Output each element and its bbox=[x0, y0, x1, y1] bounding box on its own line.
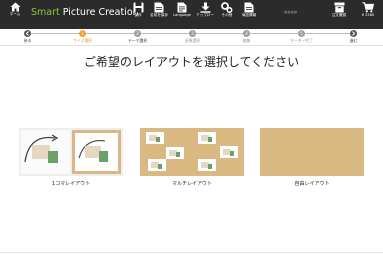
layout-option-multi[interactable]: マルチレイアウト bbox=[140, 128, 244, 187]
home-icon bbox=[10, 2, 20, 12]
product-info-button[interactable]: 商品情報 bbox=[238, 2, 260, 18]
home-label: ホーム bbox=[9, 12, 21, 16]
other-label: その他 bbox=[221, 13, 233, 17]
save-label: 保存 bbox=[134, 13, 142, 17]
layout-option-single-label: 1コマレイアウト bbox=[51, 181, 91, 187]
product-info-label: 商品情報 bbox=[241, 13, 257, 17]
step-5-label[interactable]: オーダー完了 bbox=[290, 38, 313, 44]
save-as-label: 名前を保存 bbox=[150, 13, 168, 17]
language-button[interactable]: Language bbox=[171, 2, 193, 18]
back-button[interactable] bbox=[24, 30, 31, 37]
language-label: Language bbox=[173, 13, 191, 17]
arrow-left-icon bbox=[25, 31, 29, 36]
download-icon bbox=[200, 2, 210, 13]
layout-option-single[interactable]: 1コマレイアウト bbox=[19, 128, 123, 187]
step-3-label[interactable]: 画像選択 bbox=[185, 38, 200, 44]
cart-icon bbox=[362, 2, 374, 13]
multi-layout-thumbnail bbox=[140, 128, 244, 176]
footer-divider bbox=[0, 252, 383, 253]
single-layout-thumbnail bbox=[19, 128, 123, 176]
step-1-marker[interactable]: 1 bbox=[79, 30, 86, 37]
hidden-menu-label: ■■■■ bbox=[284, 10, 298, 14]
cart-total: ¥ 2580 bbox=[361, 13, 375, 17]
step-2-label[interactable]: テーマ選択 bbox=[128, 38, 147, 44]
app-brand: Smart Picture Creation bbox=[31, 7, 139, 18]
next-label[interactable]: 進む bbox=[350, 38, 358, 44]
save-icon bbox=[133, 2, 143, 13]
layout-selection-panel: ご希望のレイアウトを選択してください 1コマレイアウト マルチレイアウト 自由レ… bbox=[0, 45, 383, 257]
page-title: ご希望のレイアウトを選択してください bbox=[83, 55, 300, 69]
layout-option-free-label: 自由レイアウト bbox=[294, 181, 330, 187]
order-button[interactable]: 注文確認 bbox=[328, 2, 350, 18]
step-2-marker[interactable]: 2 bbox=[134, 30, 141, 37]
upload-label: アップロー bbox=[196, 13, 214, 17]
language-document-icon bbox=[177, 2, 187, 13]
step-1-label[interactable]: サイズ選択 bbox=[73, 38, 92, 44]
step-5-marker[interactable]: 5 bbox=[298, 30, 305, 37]
back-label[interactable]: 戻る bbox=[24, 38, 32, 44]
home-button[interactable]: ホーム bbox=[4, 2, 26, 17]
arrow-right-icon bbox=[352, 31, 356, 36]
brand-smart: Smart bbox=[31, 7, 60, 18]
gears-icon bbox=[221, 2, 233, 13]
step-3-marker[interactable]: 3 bbox=[189, 30, 196, 37]
next-button[interactable] bbox=[350, 30, 357, 37]
order-label: 注文確認 bbox=[331, 13, 347, 17]
other-button[interactable]: その他 bbox=[216, 2, 238, 18]
top-toolbar: ホーム Smart Picture Creation 保存 名前を保存 Lang… bbox=[0, 0, 383, 29]
document-icon bbox=[154, 2, 164, 13]
step-4-label[interactable]: 編集 bbox=[243, 38, 251, 44]
free-layout-thumbnail bbox=[260, 128, 364, 176]
cart-button[interactable]: ¥ 2580 bbox=[355, 2, 381, 18]
layout-option-multi-label: マルチレイアウト bbox=[171, 181, 212, 187]
save-as-button[interactable]: 名前を保存 bbox=[148, 2, 170, 18]
info-document-icon bbox=[244, 2, 254, 13]
box-icon bbox=[334, 2, 344, 13]
save-button[interactable]: 保存 bbox=[127, 2, 149, 18]
upload-button[interactable]: アップロー bbox=[194, 2, 216, 18]
layout-option-free[interactable]: 自由レイアウト bbox=[260, 128, 364, 187]
step-navigation: 戻る 1 サイズ選択 2 テーマ選択 3 画像選択 4 編集 5 オーダー完了 … bbox=[0, 29, 383, 45]
step-4-marker[interactable]: 4 bbox=[243, 30, 250, 37]
